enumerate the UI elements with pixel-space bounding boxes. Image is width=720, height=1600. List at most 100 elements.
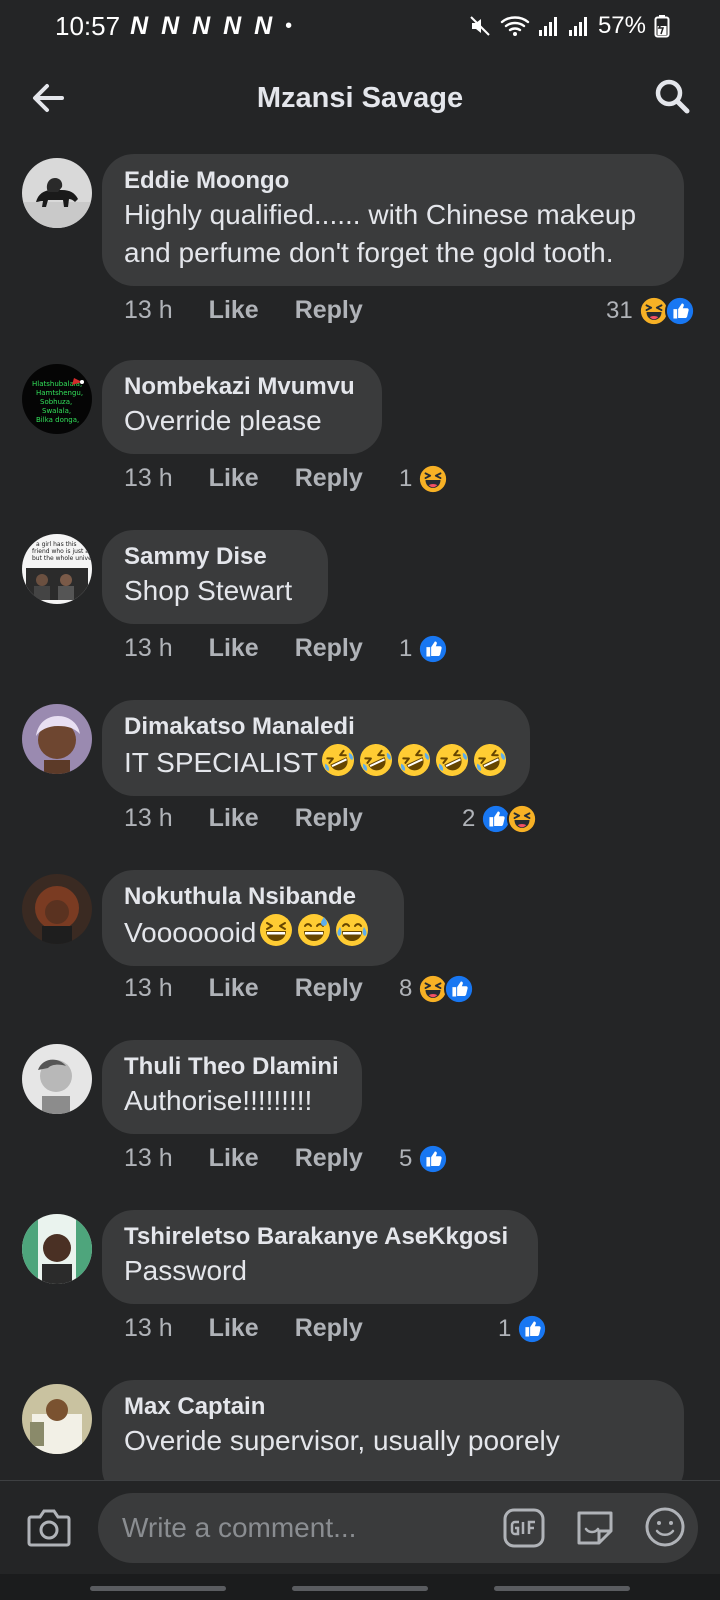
comment-author[interactable]: Eddie Moongo	[124, 166, 662, 196]
signal-icon-2	[568, 17, 587, 36]
camera-icon[interactable]	[26, 1505, 72, 1549]
reply-button[interactable]: Reply	[295, 974, 363, 1003]
joy-emoji-icon	[334, 912, 370, 948]
comment-actions: 13 h Like Reply	[124, 464, 363, 493]
avatar[interactable]	[22, 704, 92, 774]
reply-button[interactable]: Reply	[295, 1314, 363, 1343]
status-left: 10:57 N N N N N •	[55, 11, 292, 42]
status-dot: •	[285, 14, 293, 37]
system-nav-bar	[0, 1574, 720, 1600]
comment-composer: Write a comment...	[0, 1480, 720, 1574]
comment-bubble[interactable]: Sammy Dise Shop Stewart	[102, 530, 328, 624]
comment-text: Shop Stewart	[124, 575, 293, 606]
comment-time[interactable]: 13 h	[124, 1144, 173, 1173]
comment-author[interactable]: Tshireletso Barakanye AseKkgosi	[124, 1222, 516, 1252]
comment-bubble[interactable]: Tshireletso Barakanye AseKkgosi Password	[102, 1210, 538, 1304]
comment-bubble[interactable]: Nombekazi Mvumvu Override please	[102, 360, 382, 454]
reply-button[interactable]: Reply	[295, 1144, 363, 1173]
haha-reaction-icon	[418, 464, 448, 494]
comment-text: Highly qualified...... with Chinese make…	[124, 199, 637, 268]
reaction-summary[interactable]: 31	[606, 296, 695, 326]
comment-actions: 13 h Like Reply	[124, 1314, 363, 1343]
comment-bubble[interactable]: Dimakatso Manaledi IT SPECIALIST	[102, 700, 530, 796]
reply-button[interactable]: Reply	[295, 464, 363, 493]
reaction-summary[interactable]: 1	[498, 1314, 547, 1344]
sweat-smile-emoji-icon	[296, 912, 332, 948]
comment-text: Overide supervisor, usually poorely	[124, 1425, 560, 1456]
like-button[interactable]: Like	[209, 634, 259, 663]
like-button[interactable]: Like	[209, 974, 259, 1003]
comment-actions: 13 h Like Reply	[124, 634, 363, 663]
reaction-count: 8	[399, 975, 413, 1002]
rofl-emoji-icon	[396, 742, 432, 778]
comments-list[interactable]: Eddie Moongo Highly qualified...... with…	[0, 150, 720, 1480]
grin-squint-emoji-icon	[258, 912, 294, 948]
comment-author[interactable]: Max Captain	[124, 1392, 662, 1422]
comment-text: Vooooooid	[124, 917, 257, 948]
comment-text: IT SPECIALIST	[124, 747, 318, 778]
avatar[interactable]	[22, 1214, 92, 1284]
comment-time[interactable]: 13 h	[124, 296, 173, 325]
back-arrow-icon[interactable]	[28, 78, 68, 118]
comment-author[interactable]: Nokuthula Nsibande	[124, 882, 382, 912]
reaction-count: 1	[399, 635, 413, 662]
comment-bubble[interactable]: Thuli Theo Dlamini Authorise!!!!!!!!!	[102, 1040, 362, 1134]
comment-text: Password	[124, 1255, 247, 1286]
reaction-count: 31	[606, 297, 633, 324]
sticker-icon[interactable]	[573, 1505, 617, 1549]
smiley-icon[interactable]	[643, 1505, 687, 1549]
reply-button[interactable]: Reply	[295, 296, 363, 325]
comment-input-placeholder: Write a comment...	[122, 1512, 357, 1543]
avatar[interactable]: a girl has this friend who is just a but…	[22, 534, 92, 604]
svg-text:a girl has this: a girl has this	[36, 541, 77, 548]
reaction-count: 2	[462, 805, 476, 832]
like-button[interactable]: Like	[209, 1314, 259, 1343]
like-button[interactable]: Like	[209, 1144, 259, 1173]
avatar[interactable]	[22, 1384, 92, 1454]
reply-button[interactable]: Reply	[295, 634, 363, 663]
reply-button[interactable]: Reply	[295, 804, 363, 833]
avatar[interactable]	[22, 1044, 92, 1114]
comment-bubble[interactable]: Nokuthula Nsibande Vooooooid	[102, 870, 404, 966]
comment-author[interactable]: Thuli Theo Dlamini	[124, 1052, 340, 1082]
avatar[interactable]: Hlatshubalala, Hamtshengu, Sobhuza, Swal…	[22, 364, 92, 434]
avatar[interactable]	[22, 158, 92, 228]
comment-author[interactable]: Dimakatso Manaledi	[124, 712, 508, 742]
svg-text:friend who is just a: friend who is just a	[32, 548, 89, 555]
reaction-summary[interactable]: 5	[399, 1144, 448, 1174]
comment-bubble[interactable]: Max Captain Overide supervisor, usually …	[102, 1380, 684, 1480]
comment-input[interactable]: Write a comment...	[98, 1493, 698, 1563]
reaction-summary[interactable]: 1	[399, 464, 448, 494]
app-header: Mzansi Savage	[0, 62, 720, 134]
reaction-summary[interactable]: 2	[462, 804, 537, 834]
comment-time[interactable]: 13 h	[124, 634, 173, 663]
rofl-emoji-icon	[472, 742, 508, 778]
comment-time[interactable]: 13 h	[124, 974, 173, 1003]
search-icon[interactable]	[652, 76, 692, 116]
comment-time[interactable]: 13 h	[124, 1314, 173, 1343]
comment-actions: 13 h Like Reply	[124, 1144, 363, 1173]
reaction-summary[interactable]: 1	[399, 634, 448, 664]
comment-text: Override please	[124, 405, 322, 436]
comment-author[interactable]: Nombekazi Mvumvu	[124, 372, 360, 402]
like-reaction-icon	[418, 634, 448, 664]
comment-bubble[interactable]: Eddie Moongo Highly qualified...... with…	[102, 154, 684, 286]
like-button[interactable]: Like	[209, 804, 259, 833]
nav-home[interactable]	[292, 1586, 428, 1591]
status-time: 10:57	[55, 10, 121, 41]
comment-actions: 13 h Like Reply	[124, 296, 363, 325]
comment-author[interactable]: Sammy Dise	[124, 542, 306, 572]
gif-icon[interactable]	[503, 1508, 545, 1548]
like-button[interactable]: Like	[209, 464, 259, 493]
comment-time[interactable]: 13 h	[124, 464, 173, 493]
comment-text-row: Vooooooid	[124, 912, 382, 952]
nav-recent-apps[interactable]	[90, 1586, 226, 1591]
avatar[interactable]	[22, 874, 92, 944]
comment-text: Authorise!!!!!!!!!	[124, 1085, 313, 1116]
svg-text:Sobhuza,: Sobhuza,	[40, 398, 72, 406]
reaction-summary[interactable]: 8	[399, 974, 474, 1004]
rofl-emoji-icon	[358, 742, 394, 778]
like-button[interactable]: Like	[209, 296, 259, 325]
nav-back[interactable]	[494, 1586, 630, 1591]
comment-time[interactable]: 13 h	[124, 804, 173, 833]
